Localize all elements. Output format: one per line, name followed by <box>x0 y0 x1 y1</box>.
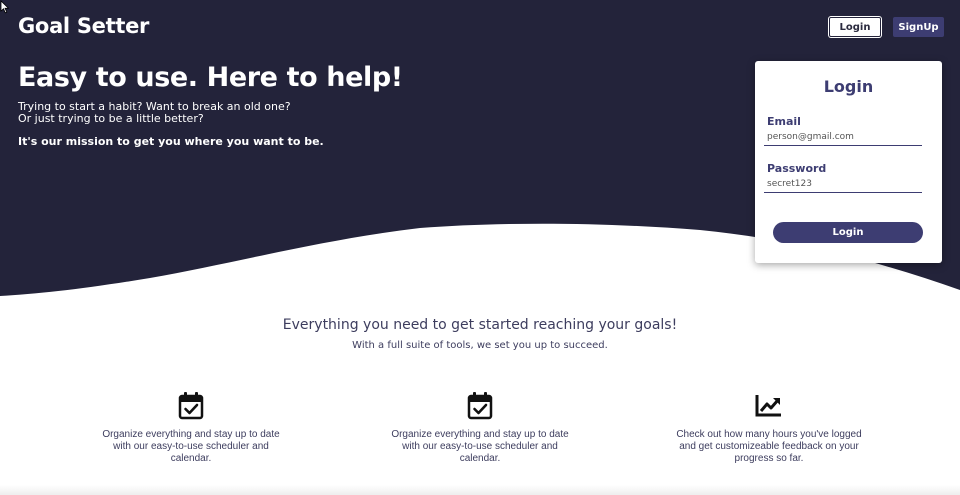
features-subtitle: With a full suite of tools, we set you u… <box>352 340 608 351</box>
brand-logo[interactable]: Goal Setter <box>18 14 149 38</box>
landing-page: Goal Setter Login SignUp Easy to use. He… <box>0 0 960 495</box>
login-card-title: Login <box>823 77 874 96</box>
feature-text: Organize everything and stay up to date … <box>391 429 569 464</box>
hero-subtext-line2: Or just trying to be a little better? <box>18 112 204 125</box>
password-label: Password <box>767 162 827 175</box>
calendar-check-icon <box>467 392 493 420</box>
feature-item-scheduler: Organize everything and stay up to date … <box>91 392 291 465</box>
page-bottom-edge <box>0 485 960 495</box>
login-submit-button[interactable]: Login <box>773 222 923 243</box>
login-card: Login Email Password Login <box>755 61 942 263</box>
feature-item-calendar: Organize everything and stay up to date … <box>380 392 580 465</box>
calendar-check-icon <box>178 392 204 420</box>
features-title: Everything you need to get started reach… <box>282 317 678 333</box>
header-login-button[interactable]: Login <box>829 17 881 37</box>
email-label: Email <box>767 115 801 128</box>
hero-mission: It's our mission to get you where you wa… <box>18 135 324 148</box>
hero-headline: Easy to use. Here to help! <box>18 62 403 93</box>
password-field[interactable] <box>764 175 922 193</box>
mouse-cursor-icon <box>0 0 10 14</box>
chart-line-icon <box>755 395 781 417</box>
feature-item-progress: Check out how many hours you've logged a… <box>669 392 869 465</box>
header-signup-button[interactable]: SignUp <box>893 17 944 37</box>
feature-text: Organize everything and stay up to date … <box>102 429 280 464</box>
feature-text: Check out how many hours you've logged a… <box>676 429 862 464</box>
email-field[interactable] <box>764 128 922 146</box>
